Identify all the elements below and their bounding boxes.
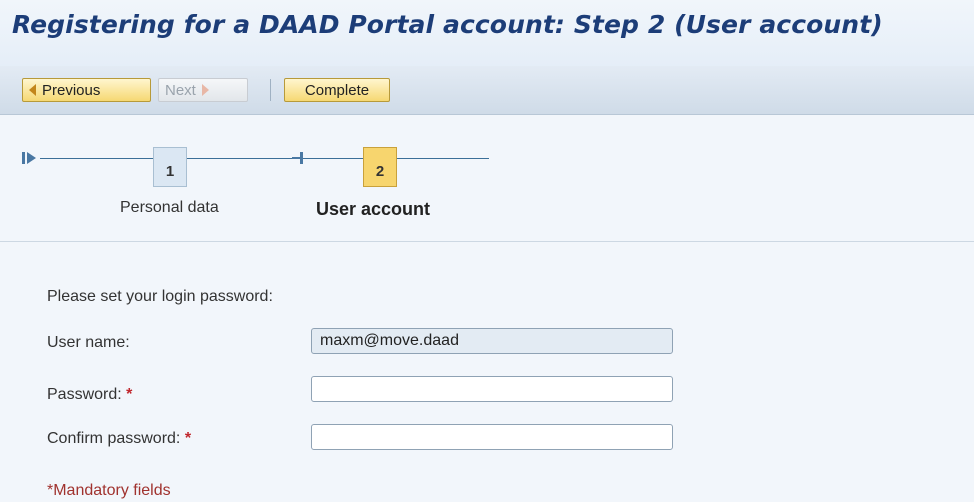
step-number: 2 <box>375 163 385 180</box>
next-button[interactable]: Next <box>158 78 248 102</box>
title-bar: Registering for a DAAD Portal account: S… <box>0 0 974 66</box>
form-area <box>0 242 974 502</box>
complete-button-label: Complete <box>304 81 370 99</box>
confirm-password-label: Confirm password: * <box>47 430 191 448</box>
roadmap-line <box>303 158 363 159</box>
complete-button[interactable]: Complete <box>284 78 390 102</box>
previous-button[interactable]: Previous <box>22 78 151 102</box>
mandatory-fields-note: *Mandatory fields <box>47 482 171 499</box>
roadmap-step-2[interactable]: 2 <box>363 147 397 187</box>
roadmap-line <box>40 158 153 159</box>
page-title: Registering for a DAAD Portal account: S… <box>12 10 883 39</box>
required-marker: * <box>126 386 133 403</box>
step-label-personal-data: Personal data <box>120 199 219 216</box>
username-field[interactable] <box>311 328 673 354</box>
required-marker: * <box>184 430 192 447</box>
confirm-password-label-text: Confirm password: <box>47 430 181 447</box>
roadmap-step-1[interactable]: 1 <box>153 147 187 187</box>
arrow-right-icon <box>201 84 209 96</box>
next-button-label: Next <box>165 81 196 99</box>
step-label-user-account: User account <box>316 199 431 219</box>
roadmap-line <box>187 158 292 159</box>
roadmap-start-icon <box>22 152 36 164</box>
previous-button-label: Previous <box>42 81 101 99</box>
arrow-left-icon <box>29 84 36 96</box>
form-instruction: Please set your login password: <box>47 288 273 305</box>
confirm-password-field[interactable] <box>311 424 673 450</box>
step-number: 1 <box>165 163 175 180</box>
roadmap: 1 2 Personal data User account <box>0 115 974 242</box>
roadmap-line <box>397 158 489 159</box>
username-label: User name: <box>47 334 130 351</box>
password-label: Password: * <box>47 386 132 404</box>
toolbar-separator <box>270 79 271 101</box>
password-label-text: Password: <box>47 386 122 403</box>
roadmap-step-marker-icon <box>292 152 303 164</box>
password-field[interactable] <box>311 376 673 402</box>
toolbar: Previous Next Complete <box>0 66 974 115</box>
